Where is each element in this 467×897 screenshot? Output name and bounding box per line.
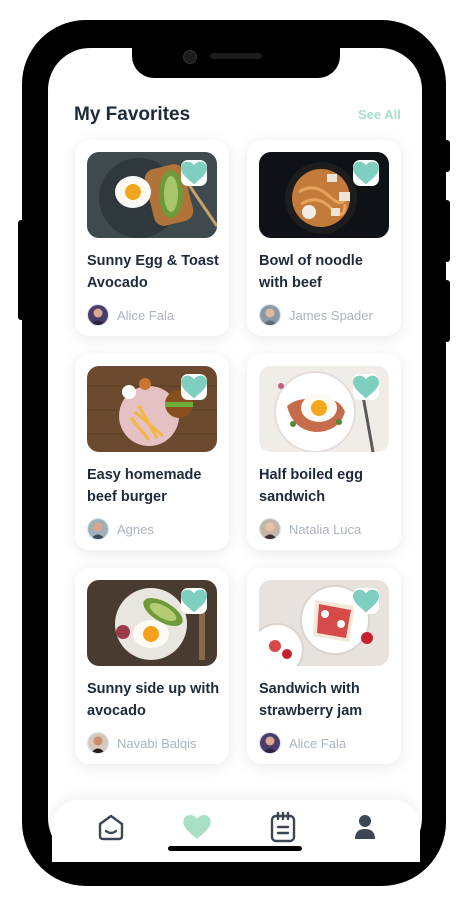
author-name: Alice Fala [117,307,175,323]
avatar [87,732,109,754]
side-button-volume-up [444,200,450,262]
heart-icon [353,375,379,399]
recipe-title: Bowl of noodle with beef [259,253,363,291]
avatar [259,732,281,754]
author-name: Alice Fala [289,735,347,751]
favorite-button[interactable] [353,160,379,186]
recipe-card[interactable]: Bowl of noodle with beef James Spader [247,140,401,336]
tab-notes[interactable] [266,810,300,844]
heart-icon [183,815,211,839]
recipe-title: Sunny side up with avocado [87,681,220,719]
tab-favorites[interactable] [180,810,214,844]
author-name: Navabi Balqis [117,735,197,751]
author-name: Natalia Luca [289,521,362,537]
avatar [87,304,109,326]
recipe-card[interactable]: Sandwich with strawberry jam Alice Fala [247,568,401,764]
tab-profile[interactable] [348,810,382,844]
recipe-author[interactable]: Alice Fala [259,732,346,754]
recipe-image-burger [87,366,217,452]
favorite-button[interactable] [353,588,379,614]
recipe-author[interactable]: Navabi Balqis [87,732,197,754]
heart-icon [353,589,379,613]
side-button-volume-down [444,280,450,342]
recipe-image-noodle-bowl [259,152,389,238]
recipe-author[interactable]: Alice Fala [87,304,174,326]
home-icon [98,814,124,841]
heart-icon [353,161,379,185]
recipe-title: Sunny Egg & Toast Avocado [87,253,219,291]
favorite-button[interactable] [181,160,207,186]
avatar [87,518,109,540]
heart-icon [181,375,207,399]
tab-home[interactable] [94,810,128,844]
recipe-title: Easy homemade beef burger [87,467,202,505]
front-camera [183,50,197,64]
avatar [259,518,281,540]
heart-icon [181,589,207,613]
page-title: My Favorites [74,104,191,125]
recipe-card[interactable]: Easy homemade beef burger Agnes [75,354,229,550]
favorite-button[interactable] [181,588,207,614]
recipe-title: Sandwich with strawberry jam [259,681,363,719]
recipe-author[interactable]: Natalia Luca [259,518,361,540]
notepad-icon [270,811,296,843]
earpiece-speaker [210,53,262,59]
heart-icon [181,161,207,185]
recipe-author[interactable]: James Spader [259,304,373,326]
side-button-mute [18,220,24,320]
side-button-power [444,140,450,172]
recipe-author[interactable]: Agnes [87,518,154,540]
recipe-card[interactable]: Sunny side up with avocado Navabi Balqis [75,568,229,764]
profile-icon [355,815,375,839]
recipe-card[interactable]: Half boiled egg sandwich Natalia Luca [247,354,401,550]
favorite-button[interactable] [181,374,207,400]
author-name: James Spader [289,307,373,323]
see-all-link[interactable]: See All [358,107,401,122]
recipe-image-egg-toast [87,152,217,238]
author-name: Agnes [117,521,154,537]
recipe-image-strawberry-sandwich [259,580,389,666]
favorite-button[interactable] [353,374,379,400]
recipe-image-egg-sandwich [259,366,389,452]
home-indicator[interactable] [168,846,302,851]
recipe-image-sunny-side-avocado [87,580,217,666]
avatar [259,304,281,326]
recipe-card[interactable]: Sunny Egg & Toast Avocado Alice Fala [75,140,229,336]
recipe-title: Half boiled egg sandwich [259,467,363,505]
